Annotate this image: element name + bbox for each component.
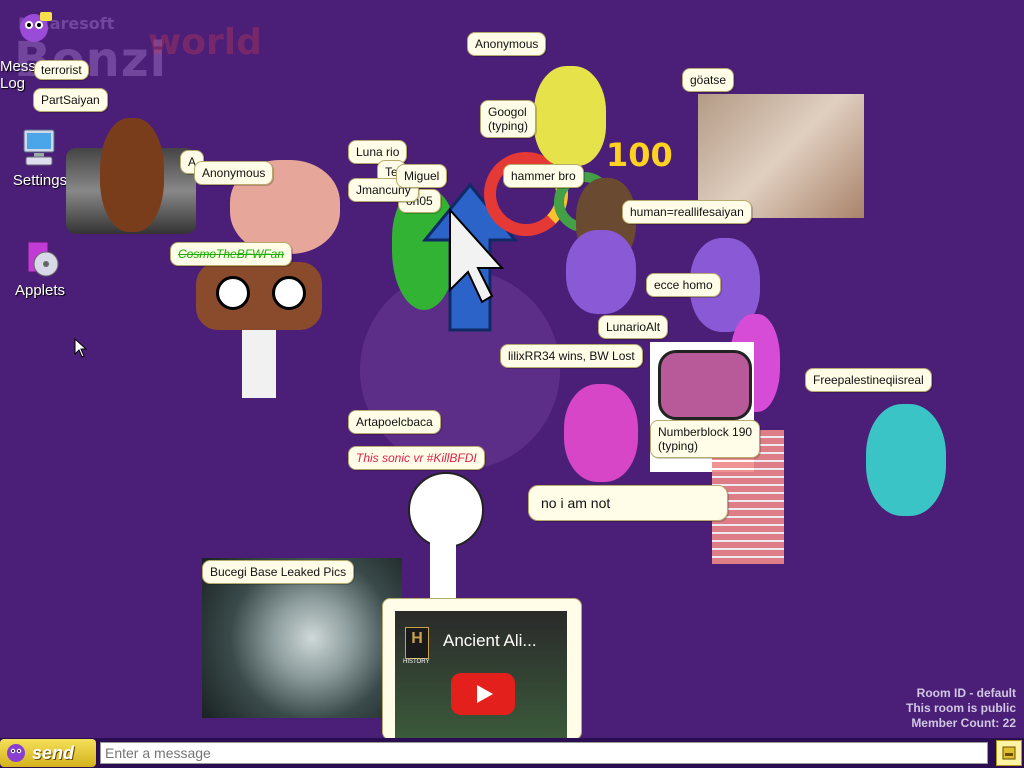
- bubble-goatse: göatse: [682, 68, 735, 92]
- cyan-bonzi-sprite[interactable]: [866, 404, 946, 516]
- bubble-lilix: lilixRR34 wins, BW Lost: [500, 344, 643, 368]
- bubble-artapoel: Artapoelcbaca: [348, 410, 441, 434]
- emoji-button[interactable]: [996, 740, 1022, 766]
- youtube-play-button[interactable]: [451, 673, 515, 715]
- applets-label: Applets: [14, 282, 66, 299]
- message-log-shortcut[interactable]: Message Log: [0, 8, 70, 92]
- video-bubble[interactable]: H HISTORY Ancient Ali...: [382, 598, 582, 740]
- yellow-bonzi-sprite[interactable]: [534, 66, 606, 166]
- applets-icon: [18, 236, 62, 280]
- send-button[interactable]: send: [0, 739, 96, 767]
- brown-creature-sprite[interactable]: [196, 262, 322, 398]
- number-100: 100: [606, 136, 673, 174]
- bubble-no-i-am-not: no i am not: [528, 485, 728, 521]
- mouse-cursor-icon: [74, 337, 88, 363]
- bubble-miguel: Miguel: [396, 164, 448, 188]
- bubble-freepalestine: Freepalestineqiisreal: [805, 368, 932, 392]
- bubble-human: human=reallifesaiyan: [622, 200, 752, 224]
- smiley-icon: [1002, 746, 1016, 760]
- bubble-terrorist: terrorist: [34, 60, 89, 80]
- bubble-ecce: ecce homo: [646, 273, 721, 297]
- purple-bonzi-sprite[interactable]: [566, 230, 636, 314]
- chat-bar: send: [0, 738, 1024, 768]
- pink-bonzi-sprite-2[interactable]: [564, 384, 638, 482]
- brown-bonzi-sprite[interactable]: [100, 118, 164, 232]
- settings-label: Settings: [12, 172, 68, 189]
- bubble-sonic: This sonic vr #KillBFDI: [348, 446, 485, 470]
- logo-world: world: [148, 22, 262, 63]
- room-id: Room ID - default: [916, 686, 1016, 700]
- bubble-lunario: LunarioAlt: [598, 315, 669, 339]
- bubble-numberblock: Numberblock 190 (typing): [650, 420, 761, 458]
- history-channel-name: HISTORY: [403, 659, 430, 665]
- applets-shortcut[interactable]: Applets: [0, 236, 80, 299]
- bubble-googol: Googol (typing): [480, 100, 537, 138]
- member-count: Member Count: 22: [911, 716, 1016, 730]
- computer-icon: [18, 126, 62, 170]
- message-log-icon: [14, 8, 58, 52]
- bubble-anonymous-top: Anonymous: [467, 32, 547, 56]
- bonzi-icon: [7, 744, 25, 762]
- video-title: Ancient Ali...: [443, 631, 537, 650]
- play-icon: [477, 685, 493, 703]
- white-spiky-character[interactable]: [402, 472, 486, 602]
- video-thumbnail[interactable]: H HISTORY Ancient Ali...: [395, 611, 567, 739]
- message-input[interactable]: [100, 742, 988, 764]
- history-channel-logo: H: [405, 627, 429, 659]
- bubble-anonymous-left: Anonymous: [194, 161, 274, 185]
- bubble-cosmo: CosmoTheBFWFan: [170, 242, 293, 266]
- bubble-hammer: hammer bro: [503, 164, 584, 188]
- bubble-bucegi: Bucegi Base Leaked Pics: [202, 560, 355, 584]
- room-public: This room is public: [905, 701, 1016, 715]
- send-label: send: [32, 742, 75, 763]
- room-info: Room ID - default This room is public Me…: [906, 686, 1016, 731]
- bubble-partsaiyan: PartSaiyan: [33, 88, 108, 112]
